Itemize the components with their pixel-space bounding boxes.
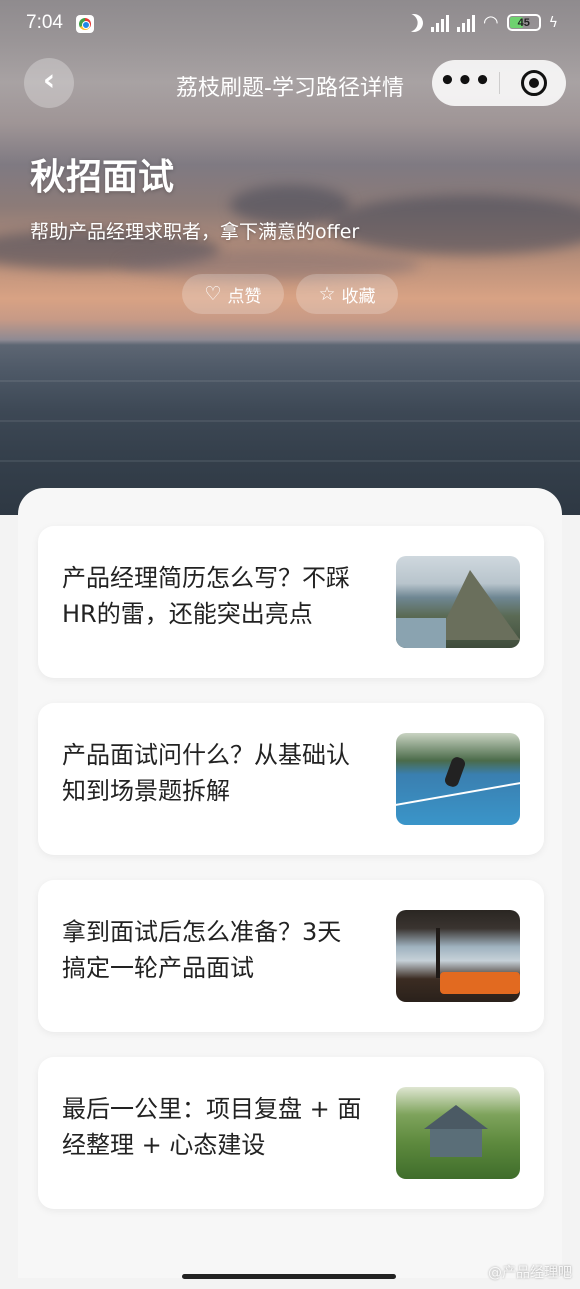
signal-icon: [431, 14, 450, 32]
battery-icon: 45: [506, 14, 541, 31]
heart-icon: ♡: [204, 282, 222, 305]
course-card-title: 拿到面试后怎么准备？3天搞定一轮产品面试: [62, 918, 342, 982]
page-subtitle: 帮助产品经理求职者，拿下满意的offer: [30, 221, 360, 243]
watermark: @产品经理吧: [488, 1265, 572, 1281]
battery-level: 45: [517, 17, 530, 29]
more-button[interactable]: •••: [432, 60, 499, 106]
course-list-panel: 产品经理简历怎么写？不踩HR的雷，还能突出亮点 产品面试问什么？从基础认知到场景…: [18, 488, 562, 1278]
chrome-icon: [76, 15, 94, 33]
tennis-court-image: [396, 733, 520, 825]
wave-line: [0, 460, 580, 462]
capsule-divider: [499, 72, 500, 94]
signal-icon: [457, 14, 476, 32]
more-dots-icon: •••: [439, 66, 492, 96]
page-title: 秋招面试: [30, 157, 175, 198]
course-card-title: 最后一公里：项目复盘 + 面经整理 + 心态建设: [62, 1095, 362, 1159]
favorite-button[interactable]: ☆ 收藏: [296, 274, 398, 314]
room-interior-image: [396, 910, 520, 1002]
home-indicator[interactable]: [182, 1274, 396, 1279]
close-button[interactable]: [521, 70, 547, 96]
like-label: 点赞: [227, 286, 262, 307]
wave-line: [0, 380, 580, 382]
star-icon: ☆: [318, 282, 336, 305]
moon-icon: [402, 11, 425, 34]
course-card[interactable]: 产品面试问什么？从基础认知到场景题拆解: [38, 703, 544, 855]
course-card[interactable]: 产品经理简历怎么写？不踩HR的雷，还能突出亮点: [38, 526, 544, 678]
status-bar: 7:04 ◠ 45 ϟ: [0, 0, 580, 50]
like-button[interactable]: ♡ 点赞: [182, 274, 284, 314]
cloud: [330, 195, 580, 255]
wifi-icon: ◠: [483, 12, 499, 33]
wave-line: [0, 420, 580, 422]
status-time: 7:04: [26, 12, 63, 33]
house-image: [396, 1087, 520, 1179]
course-card-title: 产品面试问什么？从基础认知到场景题拆解: [62, 741, 350, 805]
status-icons: ◠ 45 ϟ: [405, 12, 558, 33]
course-card[interactable]: 最后一公里：项目复盘 + 面经整理 + 心态建设: [38, 1057, 544, 1209]
favorite-label: 收藏: [341, 286, 376, 307]
charging-icon: ϟ: [548, 14, 558, 31]
mountain-image: [396, 556, 520, 648]
course-card[interactable]: 拿到面试后怎么准备？3天搞定一轮产品面试: [38, 880, 544, 1032]
mini-program-capsule: •••: [432, 60, 566, 106]
course-card-title: 产品经理简历怎么写？不踩HR的雷，还能突出亮点: [62, 564, 350, 628]
